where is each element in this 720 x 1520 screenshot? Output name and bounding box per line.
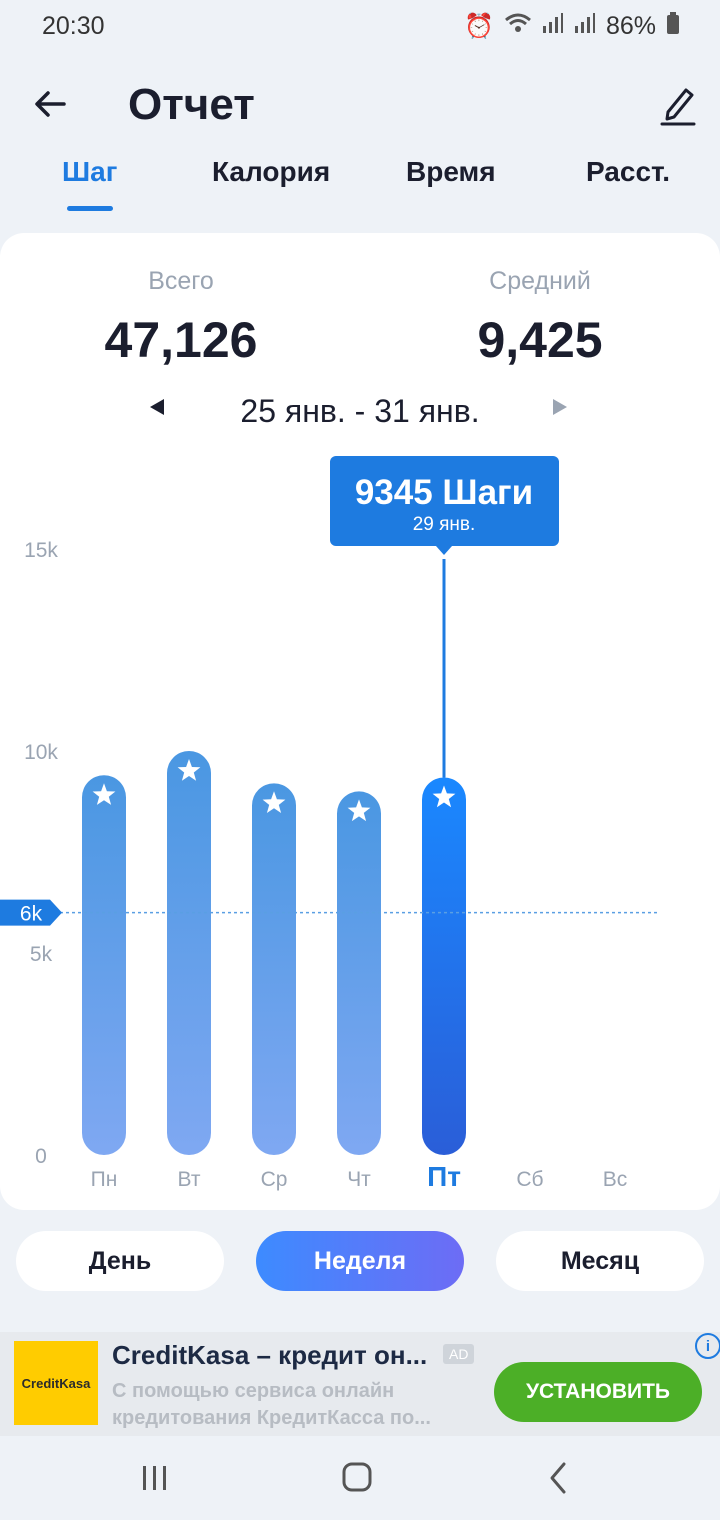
bar [422,777,466,1155]
y-tick-label: 5k [30,943,53,966]
battery-icon [666,12,680,41]
bar [252,783,296,1155]
ad-badge: AD [443,1344,475,1364]
signal-icon-2 [574,12,596,41]
tooltip-pointer [436,546,452,555]
edit-button[interactable] [658,82,698,126]
battery-percent: 86% [605,12,656,40]
x-tick-label: Чт [347,1168,371,1191]
system-nav-bar [0,1436,720,1520]
recent-apps-button[interactable] [130,1456,180,1500]
y-tick-label: 10k [24,741,58,764]
report-card: Всего 47,126 Средний 9,425 25 янв. - 31 … [0,233,720,1210]
x-tick-label: Пт [427,1161,461,1192]
x-tick-label: Вт [178,1168,201,1191]
page-title: Отчет [128,80,255,129]
tooltip-date: 29 янв. [413,514,476,535]
period-day-button[interactable]: День [16,1231,224,1291]
status-bar: 20:30 ⏰ 86% [0,0,720,56]
tooltip-title: 9345 Шаги [355,473,533,512]
x-tick-label: Сб [516,1168,543,1191]
bar [82,775,126,1155]
ad-description: С помощью сервиса онлайн кредитования Кр… [112,1380,431,1429]
period-week-button[interactable]: Неделя [256,1231,464,1291]
back-nav-button[interactable] [534,1456,584,1500]
info-icon[interactable]: i [695,1333,720,1359]
home-icon [342,1462,372,1492]
steps-chart: 0 5k 10k 15k 6k 9345 Шаги29 янв. Пн Вт Ср Чт Пт Сб В… [0,456,660,1192]
bar [337,791,381,1155]
status-time: 20:30 [42,12,105,40]
x-tick-label: Пн [91,1168,118,1191]
x-tick-label: Вс [603,1168,628,1191]
x-tick-label: Ср [261,1168,288,1191]
tab-steps[interactable]: Шаг [62,156,117,188]
tab-indicator [67,206,113,211]
ad-banner[interactable]: CreditKasa CreditKasa – кредит он... AD … [0,1332,720,1436]
tab-time[interactable]: Время [406,156,496,188]
y-tick-label: 0 [35,1145,47,1168]
alarm-icon: ⏰ [464,13,494,40]
recent-apps-icon [143,1466,166,1490]
ad-logo: CreditKasa [14,1341,98,1425]
home-button[interactable] [332,1456,382,1500]
pencil-icon [660,88,696,126]
status-icons: ⏰ 86% [464,12,680,41]
y-tick-label: 15k [24,539,58,562]
goal-label: 6k [20,903,43,926]
arrow-left-icon [35,91,66,117]
back-button[interactable] [30,84,70,124]
chevron-left-icon [550,1462,566,1494]
metric-tabs: Шаг Калория Время Расст. [0,150,720,214]
bar [167,751,211,1155]
app-bar: Отчет [0,70,720,140]
ad-title: CreditKasa – кредит он... [112,1340,428,1370]
tab-calories[interactable]: Калория [212,156,330,188]
ad-install-button[interactable]: УСТАНОВИТЬ [494,1362,702,1422]
signal-icon [542,12,564,41]
wifi-icon [504,12,532,41]
tab-distance[interactable]: Расст. [586,156,670,188]
ad-logo-text: CreditKasa [21,1375,91,1391]
period-month-button[interactable]: Месяц [496,1231,704,1291]
